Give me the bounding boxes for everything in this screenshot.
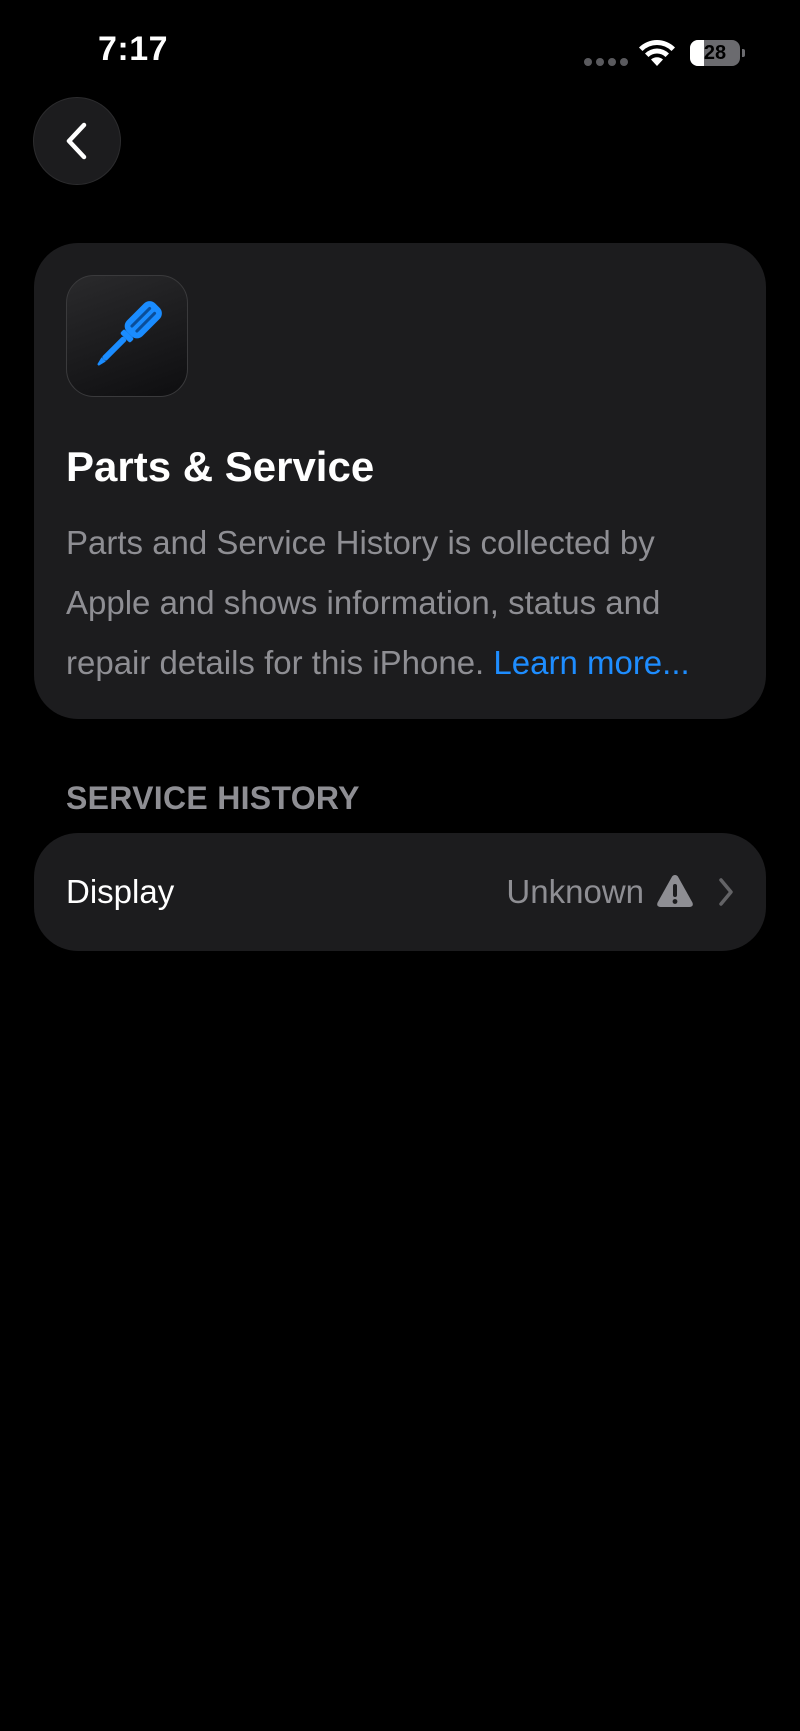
- warning-triangle-icon: [657, 875, 693, 907]
- chevron-left-icon: [66, 122, 87, 160]
- service-item-status: Unknown: [506, 873, 644, 910]
- app-icon: [66, 275, 188, 397]
- card-description: Parts and Service History is collected b…: [66, 513, 746, 693]
- learn-more-link[interactable]: Learn more...: [493, 644, 689, 681]
- page-title: Parts & Service: [66, 443, 375, 490]
- wifi-icon: [639, 40, 675, 66]
- battery-indicator: 28: [690, 40, 745, 66]
- service-item-label: Display: [66, 873, 175, 910]
- service-history-header: SERVICE HISTORY: [66, 780, 360, 816]
- service-item-display[interactable]: Display Unknown: [34, 833, 766, 951]
- parts-service-info-card: Parts & Service Parts and Service Histor…: [34, 243, 766, 719]
- status-bar: 7:17 28: [0, 0, 800, 100]
- chevron-right-icon: [719, 878, 733, 906]
- back-button[interactable]: [33, 97, 121, 185]
- battery-level: 28: [703, 42, 727, 64]
- status-time: 7:17: [98, 30, 169, 68]
- cellular-signal-icon: [584, 58, 628, 66]
- screwdriver-icon: [97, 301, 162, 366]
